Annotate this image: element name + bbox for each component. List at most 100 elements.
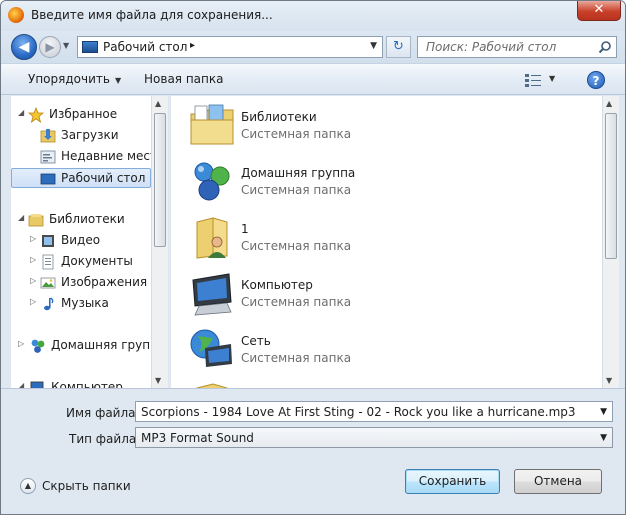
sidebar-item-homegroup[interactable]: ▷ Домашняя группа: [11, 336, 151, 356]
user-folder-icon: [196, 217, 228, 259]
collapse-arrow-icon[interactable]: ◢: [18, 381, 24, 388]
address-path[interactable]: Рабочий стол: [103, 40, 187, 54]
file-list-scrollbar[interactable]: ▲ ▼: [602, 96, 619, 388]
list-item[interactable]: [171, 376, 602, 388]
search-placeholder: Поиск: Рабочий стол: [426, 40, 557, 54]
expand-arrow-icon[interactable]: ▷: [30, 255, 36, 264]
collapse-arrow-icon[interactable]: ◢: [18, 108, 24, 117]
refresh-button[interactable]: ↻: [386, 36, 411, 58]
list-item[interactable]: Компьютер Системная папка: [171, 264, 602, 320]
search-input[interactable]: Поиск: Рабочий стол: [417, 36, 617, 58]
file-type: Системная папка: [241, 127, 352, 141]
list-item[interactable]: 1 Системная папка: [171, 208, 602, 264]
sidebar-item-label: Библиотеки: [49, 212, 125, 226]
file-name: Сеть: [241, 334, 271, 348]
sidebar-item-documents[interactable]: ▷ Документы: [11, 252, 151, 272]
help-button[interactable]: ?: [587, 71, 605, 89]
libraries-icon: [28, 214, 44, 227]
list-item[interactable]: Библиотеки Системная папка: [171, 96, 602, 152]
organize-menu-button[interactable]: Упорядочить ▼: [28, 72, 121, 86]
expand-arrow-icon[interactable]: ▷: [30, 234, 36, 243]
expand-arrow-icon[interactable]: ▷: [30, 297, 36, 306]
file-name: Домашняя группа: [241, 166, 356, 180]
list-item[interactable]: Домашняя группа Системная папка: [171, 152, 602, 208]
chevron-down-icon[interactable]: ▼: [600, 433, 607, 443]
sidebar-item-favorites[interactable]: ◢ Избранное: [11, 105, 151, 125]
scroll-down-arrow-icon[interactable]: ▼: [606, 376, 612, 385]
network-icon: [190, 329, 232, 367]
filename-field[interactable]: Scorpions - 1984 Love At First Sting - 0…: [135, 401, 613, 422]
filename-value[interactable]: Scorpions - 1984 Love At First Sting - 0…: [141, 405, 576, 419]
video-icon: [42, 235, 54, 247]
forward-button[interactable]: ▶: [39, 36, 61, 58]
scrollbar-thumb[interactable]: [605, 113, 617, 259]
navigation-pane: ◢ Избранное Загрузки Недавние места Рабо…: [11, 96, 151, 388]
expand-arrow-icon[interactable]: ▷: [18, 339, 24, 348]
computer-icon: [30, 381, 44, 388]
sidebar-item-label: Изображения: [61, 275, 148, 289]
downloads-folder-icon: [40, 129, 56, 143]
libraries-folder-icon: [190, 104, 234, 145]
chevron-down-icon: ▼: [114, 76, 122, 85]
navigation-scrollbar[interactable]: ▲ ▼: [151, 96, 168, 388]
sidebar-item-libraries[interactable]: ◢ Библиотеки: [11, 210, 151, 230]
filetype-label: Тип файла:: [69, 432, 141, 446]
recent-locations-dropdown-icon[interactable]: ▼: [63, 41, 69, 50]
firefox-icon: [8, 7, 24, 23]
scroll-up-arrow-icon[interactable]: ▲: [155, 99, 161, 108]
sidebar-item-video[interactable]: ▷ Видео: [11, 231, 151, 251]
breadcrumb-chevron-icon[interactable]: ▸: [190, 40, 195, 51]
save-options-panel: Имя файла: Scorpions - 1984 Love At Firs…: [1, 388, 625, 514]
sidebar-item-computer[interactable]: ◢ Компьютер: [11, 378, 151, 388]
sidebar-item-label: Загрузки: [61, 128, 119, 142]
back-button[interactable]: ◀: [11, 34, 37, 60]
sidebar-item-music[interactable]: ▷ Музыка: [11, 294, 151, 314]
organize-label: Упорядочить: [28, 72, 110, 86]
file-name: 1: [241, 222, 249, 236]
sidebar-item-downloads[interactable]: Загрузки: [11, 126, 151, 146]
file-list: Библиотеки Системная папка Домашняя груп…: [171, 96, 602, 388]
sidebar-item-label: Музыка: [61, 296, 109, 310]
sidebar-item-label: Недавние места: [61, 149, 151, 163]
address-dropdown-icon[interactable]: ▼: [370, 41, 377, 51]
collapse-arrow-icon[interactable]: ◢: [18, 213, 24, 222]
list-item[interactable]: Сеть Системная папка: [171, 320, 602, 376]
search-icon[interactable]: [598, 40, 612, 54]
file-type: Системная папка: [241, 239, 352, 253]
view-dropdown-icon[interactable]: ▼: [549, 74, 555, 83]
view-options-icon[interactable]: [524, 72, 542, 88]
file-type: Системная папка: [241, 295, 352, 309]
hide-folders-label: Скрыть папки: [42, 479, 131, 493]
sidebar-item-label: Рабочий стол: [61, 171, 146, 185]
save-file-dialog: Введите имя файла для сохранения... ✕ ◀ …: [0, 0, 626, 515]
sidebar-item-recent-places[interactable]: Недавние места: [11, 147, 151, 167]
file-type: Системная папка: [241, 183, 352, 197]
filetype-select[interactable]: MP3 Format Sound ▼: [135, 427, 613, 448]
sidebar-item-label: Домашняя группа: [51, 338, 151, 352]
recent-places-icon: [40, 150, 56, 164]
file-name: Библиотеки: [241, 110, 317, 124]
computer-icon: [192, 273, 232, 316]
scrollbar-thumb[interactable]: [154, 113, 166, 247]
sidebar-item-label: Избранное: [49, 107, 118, 121]
scroll-up-arrow-icon[interactable]: ▲: [606, 99, 612, 108]
music-icon: [44, 297, 54, 311]
homegroup-icon: [194, 162, 230, 201]
navigation-bar: ◀ ▶ ▼ Рабочий стол ▸ ▼ ↻ Поиск: Рабочий …: [1, 31, 625, 63]
sidebar-item-label: Документы: [61, 254, 133, 268]
expand-arrow-icon[interactable]: ▷: [30, 276, 36, 285]
address-bar[interactable]: Рабочий стол ▸ ▼: [77, 36, 383, 58]
close-button[interactable]: ✕: [577, 1, 621, 21]
file-type: Системная папка: [241, 351, 352, 365]
sidebar-item-pictures[interactable]: ▷ Изображения: [11, 273, 151, 293]
sidebar-item-desktop[interactable]: Рабочий стол: [11, 168, 151, 188]
file-name: Компьютер: [241, 278, 313, 292]
desktop-icon: [40, 173, 56, 185]
scroll-down-arrow-icon[interactable]: ▼: [155, 376, 161, 385]
title-bar: Введите имя файла для сохранения... ✕: [1, 1, 625, 31]
homegroup-icon: [31, 339, 45, 353]
save-button[interactable]: Сохранить: [405, 469, 500, 494]
filename-dropdown-icon[interactable]: ▼: [600, 407, 607, 417]
cancel-button[interactable]: Отмена: [514, 469, 602, 494]
new-folder-button[interactable]: Новая папка: [144, 72, 223, 86]
